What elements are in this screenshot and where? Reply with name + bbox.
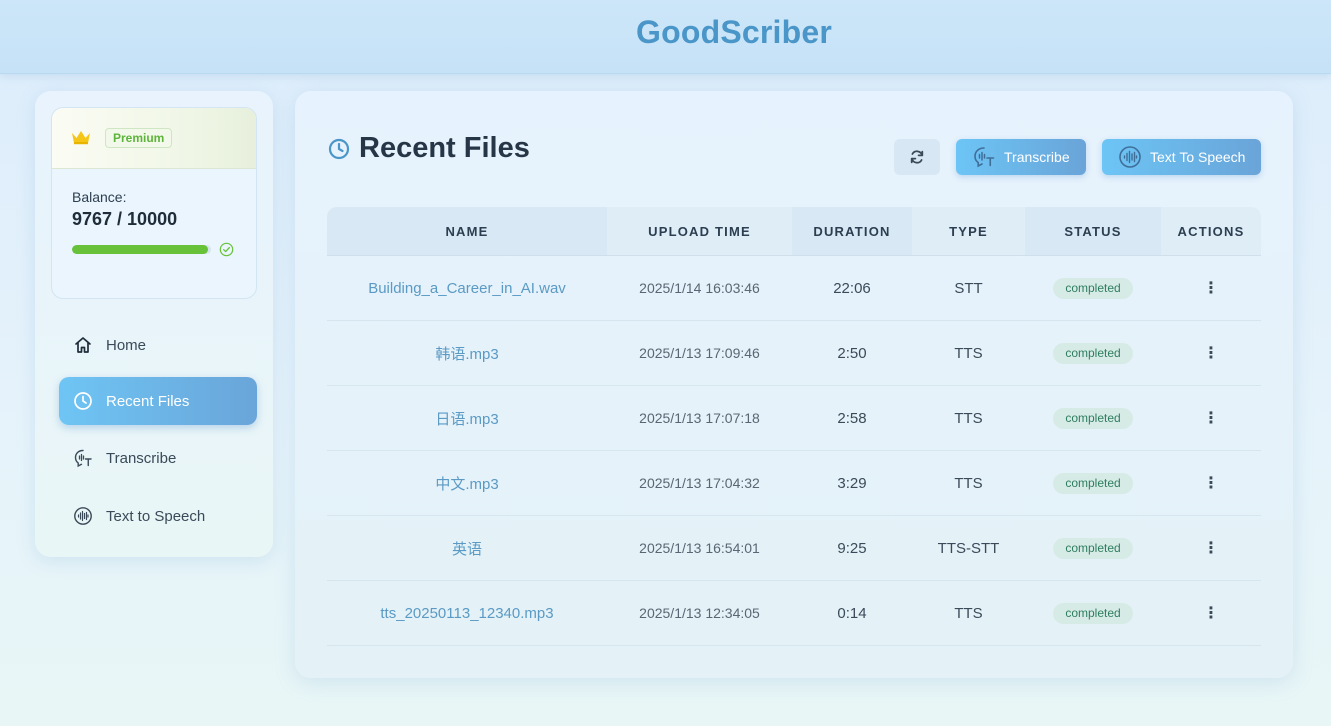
status-cell: completed bbox=[1025, 321, 1161, 385]
table-header: NAME UPLOAD TIME DURATION TYPE STATUS AC… bbox=[327, 207, 1261, 256]
actions-cell: ⋮ bbox=[1161, 451, 1261, 515]
balance-progress-fill bbox=[72, 245, 208, 254]
file-type: TTS bbox=[954, 604, 983, 622]
status-cell: completed bbox=[1025, 581, 1161, 645]
status-badge: completed bbox=[1053, 277, 1133, 299]
actions-cell: ⋮ bbox=[1161, 386, 1261, 450]
soundwave-icon bbox=[74, 507, 92, 525]
status-cell: completed bbox=[1025, 256, 1161, 320]
table-row: 韩语.mp3 2025/1/13 17:09:46 2:50 TTS compl… bbox=[327, 321, 1261, 386]
actions-cell: ⋮ bbox=[1161, 321, 1261, 385]
file-type: TTS-STT bbox=[937, 539, 1000, 557]
status-cell: completed bbox=[1025, 451, 1161, 515]
file-type: TTS bbox=[954, 474, 983, 492]
clock-icon bbox=[74, 392, 92, 410]
sidebar: Premium Balance: 9767 / 10000 Home Recen… bbox=[35, 91, 273, 557]
sidebar-item-label: Home bbox=[106, 336, 147, 354]
table-row: tts_20250113_12340.mp3 2025/1/13 12:34:0… bbox=[327, 581, 1261, 646]
file-name-link[interactable]: 韩语.mp3 bbox=[327, 321, 607, 385]
page-title: Recent Files bbox=[359, 132, 530, 164]
premium-badge: Premium bbox=[105, 128, 173, 148]
refresh-button[interactable] bbox=[894, 139, 940, 175]
column-header-actions: ACTIONS bbox=[1161, 207, 1261, 255]
more-actions-icon[interactable]: ⋮ bbox=[1203, 409, 1219, 427]
column-header-status[interactable]: STATUS bbox=[1025, 207, 1161, 255]
files-table: NAME UPLOAD TIME DURATION TYPE STATUS AC… bbox=[327, 207, 1261, 646]
plan-card: Premium Balance: 9767 / 10000 bbox=[51, 107, 257, 299]
column-header-upload-time[interactable]: UPLOAD TIME bbox=[607, 207, 792, 255]
more-actions-icon[interactable]: ⋮ bbox=[1203, 344, 1219, 362]
recent-files-panel: Recent Files Transcribe Text To Speech N… bbox=[295, 91, 1293, 678]
sidebar-item-label: Text to Speech bbox=[106, 507, 206, 525]
sidebar-item-label: Recent Files bbox=[106, 392, 190, 410]
column-header-duration[interactable]: DURATION bbox=[792, 207, 912, 255]
column-header-type[interactable]: TYPE bbox=[912, 207, 1025, 255]
duration: 3:29 bbox=[837, 474, 867, 492]
refresh-icon bbox=[910, 150, 924, 164]
upload-time: 2025/1/13 17:09:46 bbox=[639, 345, 760, 361]
soundwave-icon bbox=[1119, 146, 1141, 168]
upload-time: 2025/1/13 16:54:01 bbox=[639, 540, 760, 556]
sidebar-item-recent-files[interactable]: Recent Files bbox=[59, 377, 257, 425]
transcribe-button[interactable]: Transcribe bbox=[956, 139, 1086, 175]
transcribe-button-label: Transcribe bbox=[1004, 149, 1070, 165]
sidebar-item-home[interactable]: Home bbox=[59, 321, 257, 369]
status-badge: completed bbox=[1053, 472, 1133, 494]
transcribe-icon bbox=[974, 147, 995, 168]
more-actions-icon[interactable]: ⋮ bbox=[1203, 604, 1219, 622]
check-circle-icon bbox=[219, 242, 234, 257]
crown-icon bbox=[72, 131, 90, 145]
file-type: TTS bbox=[954, 409, 983, 427]
home-icon bbox=[75, 337, 91, 353]
status-badge: completed bbox=[1053, 407, 1133, 429]
column-header-name[interactable]: NAME bbox=[327, 207, 607, 255]
balance-value: 9767 / 10000 bbox=[72, 209, 178, 229]
more-actions-icon[interactable]: ⋮ bbox=[1203, 474, 1219, 492]
table-row: 日语.mp3 2025/1/13 17:07:18 2:58 TTS compl… bbox=[327, 386, 1261, 451]
file-name-link[interactable]: 中文.mp3 bbox=[327, 451, 607, 515]
balance-label: Balance: bbox=[72, 189, 127, 205]
upload-time: 2025/1/14 16:03:46 bbox=[639, 280, 760, 296]
transcribe-icon bbox=[74, 449, 92, 468]
sidebar-item-label: Transcribe bbox=[106, 449, 177, 467]
status-badge: completed bbox=[1053, 537, 1133, 559]
duration: 9:25 bbox=[837, 539, 867, 557]
duration: 0:14 bbox=[837, 604, 867, 622]
file-name-link[interactable]: 英语 bbox=[327, 516, 607, 580]
app-header: GoodScriber bbox=[0, 0, 1331, 74]
duration: 2:58 bbox=[837, 409, 867, 427]
text-to-speech-button[interactable]: Text To Speech bbox=[1102, 139, 1261, 175]
file-name-link[interactable]: 日语.mp3 bbox=[327, 386, 607, 450]
more-actions-icon[interactable]: ⋮ bbox=[1203, 279, 1219, 297]
actions-cell: ⋮ bbox=[1161, 256, 1261, 320]
status-cell: completed bbox=[1025, 386, 1161, 450]
clock-icon bbox=[328, 138, 350, 160]
plan-header: Premium bbox=[52, 108, 256, 169]
upload-time: 2025/1/13 12:34:05 bbox=[639, 605, 760, 621]
table-row: 中文.mp3 2025/1/13 17:04:32 3:29 TTS compl… bbox=[327, 451, 1261, 516]
more-actions-icon[interactable]: ⋮ bbox=[1203, 539, 1219, 557]
text-to-speech-button-label: Text To Speech bbox=[1150, 149, 1246, 165]
actions-cell: ⋮ bbox=[1161, 581, 1261, 645]
status-cell: completed bbox=[1025, 516, 1161, 580]
duration: 22:06 bbox=[833, 279, 871, 297]
table-row: Building_a_Career_in_AI.wav 2025/1/14 16… bbox=[327, 256, 1261, 321]
upload-time: 2025/1/13 17:07:18 bbox=[639, 410, 760, 426]
status-badge: completed bbox=[1053, 602, 1133, 624]
duration: 2:50 bbox=[837, 344, 867, 362]
status-badge: completed bbox=[1053, 342, 1133, 364]
balance-progress bbox=[72, 245, 211, 254]
table-row: 英语 2025/1/13 16:54:01 9:25 TTS-STT compl… bbox=[327, 516, 1261, 581]
sidebar-item-transcribe[interactable]: Transcribe bbox=[59, 434, 257, 482]
actions-cell: ⋮ bbox=[1161, 516, 1261, 580]
brand-title: GoodScriber bbox=[635, 14, 832, 50]
file-type: STT bbox=[954, 279, 983, 297]
file-name-link[interactable]: Building_a_Career_in_AI.wav bbox=[327, 256, 607, 320]
file-type: TTS bbox=[954, 344, 983, 362]
file-name-link[interactable]: tts_20250113_12340.mp3 bbox=[327, 581, 607, 645]
upload-time: 2025/1/13 17:04:32 bbox=[639, 475, 760, 491]
sidebar-item-text-to-speech[interactable]: Text to Speech bbox=[59, 492, 257, 540]
